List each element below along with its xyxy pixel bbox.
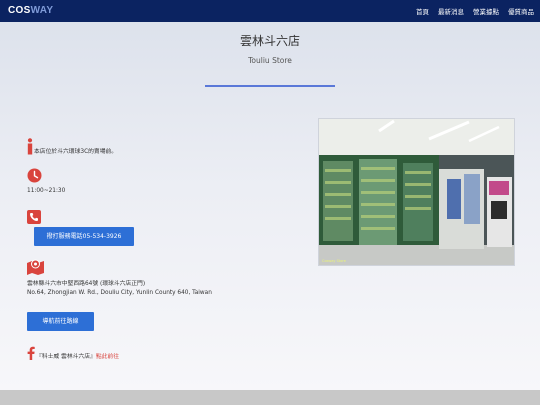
footer-bar: [0, 390, 540, 405]
nav-item-home[interactable]: 首頁: [416, 6, 429, 16]
logo-prefix: COS: [8, 5, 31, 16]
page-title: 雲林斗六店: [239, 34, 300, 48]
store-description: 本店位於斗六環球3C的賣場前。: [34, 149, 118, 155]
brand-logo[interactable]: COSWAY: [8, 5, 53, 16]
nav-links: 首頁 最新消息 營業據點 優質商品: [416, 6, 534, 16]
facebook-icon[interactable]: [27, 345, 35, 364]
facebook-line: 『科士威 雲林斗六店』點此前往: [36, 351, 119, 360]
nav-item-news[interactable]: 最新消息: [438, 6, 464, 16]
phone-icon: [27, 209, 41, 228]
facebook-link[interactable]: 點此前往: [96, 354, 119, 360]
opening-hours: 11:00~21:30: [27, 188, 66, 194]
map-pin-icon: [26, 258, 45, 279]
page-subtitle: Touliu Store: [248, 56, 292, 65]
navigate-route-button[interactable]: 導航前往路線: [27, 312, 94, 331]
address-chinese: 雲林縣斗六市中堅西路64號 (環球斗六店正門): [27, 281, 146, 287]
nav-item-locations[interactable]: 營業據點: [473, 6, 499, 16]
title-divider: [205, 85, 335, 87]
call-service-button[interactable]: 撥打服務電話05-534-3926: [34, 227, 134, 246]
info-icon: [27, 138, 33, 159]
store-photo: Cosway Store: [318, 118, 515, 266]
facebook-page-name: 『科士威 雲林斗六店』: [36, 354, 96, 360]
phone-number: 05-534-3926: [82, 233, 122, 240]
logo-accent: WAY: [30, 5, 54, 16]
top-navbar: COSWAY 首頁 最新消息 營業據點 優質商品: [0, 0, 540, 22]
clock-icon: [27, 168, 42, 187]
call-button-label: 撥打服務電話: [46, 233, 83, 240]
address-english: No.64, Zhongjian W. Rd., Douliu City, Yu…: [27, 290, 212, 296]
nav-item-products[interactable]: 優質商品: [508, 6, 534, 16]
photo-caption: Cosway Store: [322, 259, 346, 263]
